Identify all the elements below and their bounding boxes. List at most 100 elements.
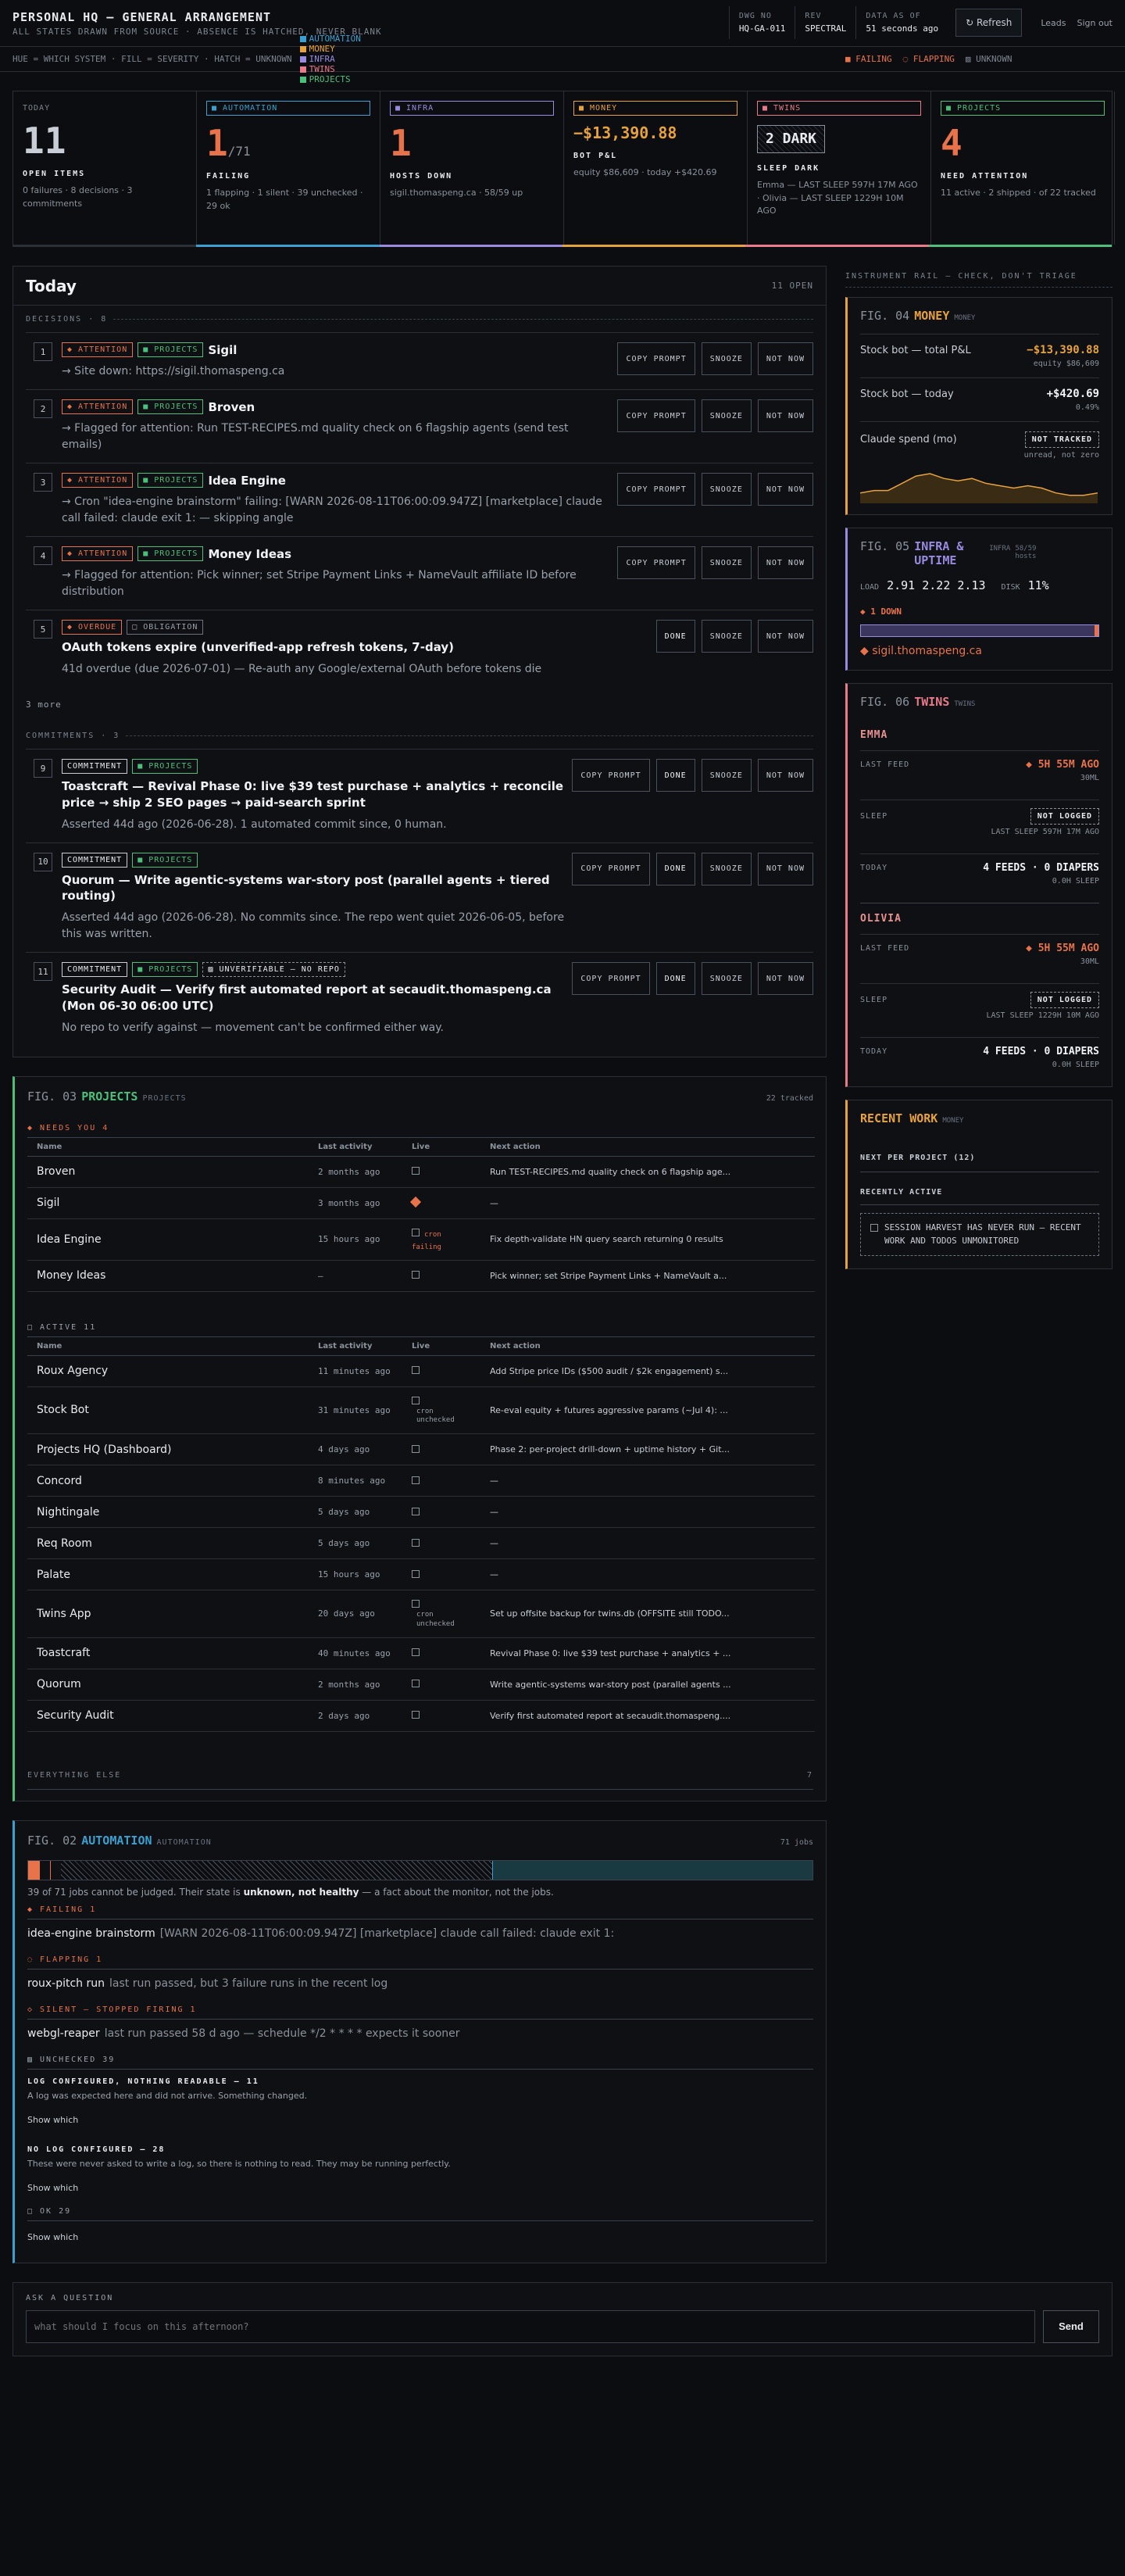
legend-flapping: ◌ FLAPPING [902, 54, 955, 64]
snooze-button[interactable]: SNOOZE [701, 399, 752, 432]
silent-job[interactable]: webgl-reaper last run passed 58 d ago — s… [27, 2020, 813, 2048]
automation-jobs: 71 jobs [780, 1837, 813, 1847]
project-row[interactable]: Security Audit 2 days ago Verify first aut… [27, 1700, 815, 1732]
tile-0[interactable]: TODAY 11 OPEN ITEMS 0 failures · 8 decision… [13, 91, 197, 245]
not-now-button[interactable]: NOT NOW [757, 342, 813, 375]
total-pnl: −$13,390.88 [1027, 344, 1099, 356]
snooze-button[interactable]: SNOOZE [701, 342, 752, 375]
snooze-button[interactable]: SNOOZE [701, 620, 752, 653]
project-row[interactable]: Idea Engine 15 hours ago cron failing Fix d… [27, 1218, 815, 1261]
money-panel: FIG. 04 MONEY MONEY Stock bot — total P&L −… [845, 297, 1112, 515]
status-box-icon [412, 1444, 420, 1453]
app-title: PERSONAL HQ — GENERAL ARRANGEMENT [12, 9, 272, 24]
not-now-button[interactable]: NOT NOW [757, 399, 813, 432]
needs-table: Name Last activity Live Next action Broven 2 … [27, 1136, 815, 1292]
project-row[interactable]: Req Room 5 days ago — [27, 1527, 815, 1560]
not-now-button[interactable]: NOT NOW [757, 852, 813, 886]
project-row[interactable]: Money Ideas — Pick winner; set Stripe Paym… [27, 1260, 815, 1292]
tile-1[interactable]: ■ AUTOMATION 1/71 FAILING 1 flapping · 1 si… [197, 91, 380, 245]
leads-link[interactable]: Leads [1041, 18, 1066, 28]
copy-prompt-button[interactable]: COPY PROMPT [617, 399, 695, 432]
flapping-job[interactable]: roux-pitch run last run passed, but 3 fai… [27, 1970, 813, 1998]
not-now-button[interactable]: NOT NOW [757, 620, 813, 653]
show-which-3[interactable]: Show which [27, 2232, 813, 2242]
project-row[interactable]: Broven 2 months ago Run TEST-RECIPES.md qu… [27, 1156, 815, 1188]
done-button[interactable]: DONE [655, 620, 695, 653]
today-item: 9 COMMITMENT ■ PROJECTS Toastcraft — Reviva… [26, 749, 813, 843]
not-now-button[interactable]: NOT NOW [757, 759, 813, 792]
not-now-button[interactable]: NOT NOW [757, 962, 813, 996]
not-now-button[interactable]: NOT NOW [757, 546, 813, 579]
project-row[interactable]: Quorum 2 months ago Write agentic-systems … [27, 1669, 815, 1701]
snooze-button[interactable]: SNOOZE [701, 473, 752, 506]
swatch-icon [299, 35, 306, 42]
swatch-icon [299, 55, 306, 63]
project-name: Concord [27, 1465, 309, 1497]
next-per-project[interactable]: NEXT PER PROJECT (12) [860, 1136, 1099, 1172]
live-status [402, 1669, 480, 1701]
project-row[interactable]: Concord 8 minutes ago — [27, 1465, 815, 1497]
down-host[interactable]: ◆ sigil.thomaspeng.ca [848, 637, 1112, 670]
project-row[interactable]: Roux Agency 11 minutes ago Add Stripe pric… [27, 1355, 815, 1387]
project-row[interactable]: Twins App 20 days ago cron unchecked Set up… [27, 1590, 815, 1638]
snooze-button[interactable]: SNOOZE [701, 759, 752, 792]
project-row[interactable]: Stock Bot 31 minutes ago cron unchecked Re-… [27, 1386, 815, 1435]
done-button[interactable]: DONE [655, 852, 695, 886]
legend-failing: ■ FAILING [845, 54, 892, 64]
project-row[interactable]: Nightingale 5 days ago — [27, 1496, 815, 1529]
show-which-2[interactable]: Show which [27, 2183, 813, 2193]
item-chip: ■ PROJECTS [138, 399, 204, 414]
refresh-button[interactable]: ↻ Refresh [955, 9, 1023, 37]
next-action: Pick winner; set Stripe Payment Links + … [480, 1260, 815, 1292]
column-header: Next action [480, 1336, 815, 1356]
copy-prompt-button[interactable]: COPY PROMPT [572, 759, 650, 792]
tile-sub: equity $86,609 · today +$420.69 [573, 167, 717, 177]
tile-5[interactable]: ■ PROJECTS 4 NEED ATTENTION 11 active · 2 s… [931, 91, 1115, 245]
legend-item-twins: TWINS [299, 64, 361, 74]
item-title: Idea Engine [208, 473, 286, 488]
item-chip: COMMITMENT [62, 962, 128, 978]
last-activity: 15 hours ago [309, 1558, 402, 1591]
status-box-icon [412, 1396, 420, 1404]
tile-value: 11 [23, 120, 66, 162]
snooze-button[interactable]: SNOOZE [701, 962, 752, 996]
copy-prompt-button[interactable]: COPY PROMPT [572, 852, 650, 886]
done-button[interactable]: DONE [655, 759, 695, 792]
column-header: Name [27, 1336, 309, 1356]
silent-header: ◇ SILENT — STOPPED FIRING 1 [27, 2005, 813, 2020]
project-name: Req Room [27, 1527, 309, 1560]
more-link[interactable]: 3 more [13, 687, 826, 722]
copy-prompt-button[interactable]: COPY PROMPT [617, 473, 695, 506]
project-name: Palate [27, 1558, 309, 1591]
tile-tag: ■ INFRA [390, 101, 554, 116]
next-action: Verify first automated report at secaudi… [480, 1700, 815, 1732]
not-now-button[interactable]: NOT NOW [757, 473, 813, 506]
snooze-button[interactable]: SNOOZE [701, 546, 752, 579]
failing-job[interactable]: idea-engine brainstorm [WARN 2026-08-11T0… [27, 1919, 813, 1948]
project-row[interactable]: Palate 15 hours ago — [27, 1558, 815, 1591]
today-item: 4 ◆ ATTENTION ■ PROJECTS Money Ideas → Flagg… [26, 536, 813, 610]
snooze-button[interactable]: SNOOZE [701, 852, 752, 886]
ask-input[interactable] [26, 2309, 1035, 2343]
sign-out-link[interactable]: Sign out [1077, 18, 1112, 28]
item-description: Asserted 44d ago (2026-06-28). 1 automat… [62, 818, 447, 831]
show-which-1[interactable]: Show which [27, 2115, 813, 2125]
everything-else[interactable]: EVERYTHING ELSE 7 [27, 1771, 813, 1790]
project-row[interactable]: Projects HQ (Dashboard) 4 days ago Phase 2… [27, 1433, 815, 1466]
status-box-icon [412, 1507, 420, 1515]
tile-sub: 11 active · 2 shipped · of 22 tracked [941, 188, 1096, 198]
done-button[interactable]: DONE [655, 962, 695, 996]
send-button[interactable]: Send [1043, 2309, 1099, 2343]
item-chip: ■ PROJECTS [138, 342, 204, 357]
copy-prompt-button[interactable]: COPY PROMPT [617, 342, 695, 375]
tile-2[interactable]: ■ INFRA 1 HOSTS DOWN sigil.thomaspeng.ca · … [380, 91, 564, 245]
copy-prompt-button[interactable]: COPY PROMPT [617, 546, 695, 579]
project-row[interactable]: Toastcraft 40 minutes ago Revival Phase 0:… [27, 1637, 815, 1669]
project-row[interactable]: Sigil 3 months ago — [27, 1187, 815, 1219]
copy-prompt-button[interactable]: COPY PROMPT [572, 962, 650, 996]
item-chip: COMMITMENT [62, 759, 128, 775]
tile-3[interactable]: ■ MONEY −$13,390.88 BOT P&L equity $86,609 … [564, 91, 748, 245]
status-segment-failing [28, 1860, 40, 1880]
item-chip: ■ PROJECTS [138, 546, 204, 561]
tile-4[interactable]: ■ TWINS 2 DARK SLEEP DARK Emma — LAST SLEEP… [748, 91, 931, 245]
